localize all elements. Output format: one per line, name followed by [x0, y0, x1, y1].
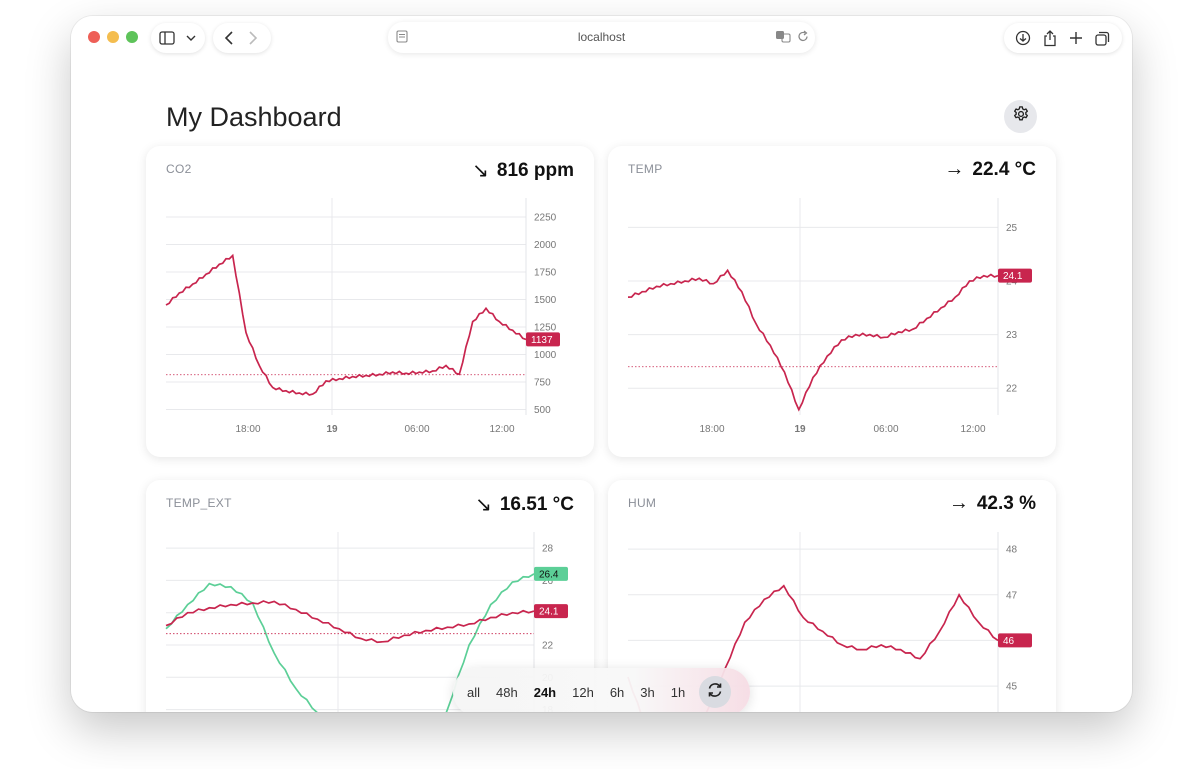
forward-icon[interactable] — [241, 26, 265, 50]
chart-card-co2: CO2 ↘ 816 ppm 2250 2000 1750 1500 1250 1000 75… — [146, 146, 594, 457]
range-option-all[interactable]: all — [467, 685, 480, 700]
co2-last-value-badge: 1137 — [526, 332, 560, 347]
tabs-icon[interactable] — [1091, 26, 1115, 50]
page-title: My Dashboard — [166, 102, 342, 132]
range-option-48h[interactable]: 48h — [496, 685, 518, 700]
x-tick-label: 06:00 — [404, 424, 429, 435]
time-range-selector: all 48h 24h 12h 6h 3h 1h — [453, 668, 750, 712]
x-tick-label: 18:00 — [235, 424, 260, 435]
temp-ext-badge-text: 26.4 — [539, 569, 559, 580]
y-tick-label: 48 — [1006, 545, 1018, 556]
refresh-button[interactable] — [699, 676, 732, 708]
browser-toolbar: localhost — [71, 16, 1132, 62]
y-tick-label: 500 — [534, 405, 551, 416]
refresh-icon — [706, 681, 724, 704]
hum-last-value-badge: 46 — [998, 633, 1032, 648]
minimize-window-button[interactable] — [107, 31, 119, 43]
y-tick-label: 28 — [542, 544, 554, 555]
y-tick-label: 25 — [1006, 223, 1018, 234]
x-tick-label: 12:00 — [960, 424, 985, 435]
chart-card-temp: TEMP → 22.4 °C 25242322 18:001906:0012:0… — [608, 146, 1056, 457]
temp-ext-last-value-badge: 26.4 — [534, 566, 568, 581]
co2-chart[interactable]: 2250 2000 1750 1500 1250 1000 750 500 18:00 19 06… — [146, 146, 594, 457]
page-content: My Dashboard CO2 ↘ 816 ppm 2250 2000 1750 1… — [71, 62, 1132, 712]
y-tick-label: 2250 — [534, 213, 557, 224]
x-tick-label: 19 — [326, 424, 338, 435]
y-tick-label: 22 — [1006, 384, 1018, 395]
gear-icon — [1012, 105, 1030, 128]
close-window-button[interactable] — [88, 31, 100, 43]
y-tick-label: 45 — [1006, 682, 1018, 693]
new-tab-icon[interactable] — [1064, 26, 1088, 50]
x-tick-label: 12:00 — [489, 424, 514, 435]
browser-window: localhost My Dashboard CO2 ↘ 816 ppm 225… — [71, 16, 1132, 712]
range-option-12h[interactable]: 12h — [572, 685, 594, 700]
address-text: localhost — [577, 30, 626, 44]
x-tick-label: 18:00 — [699, 424, 724, 435]
y-tick-label: 750 — [534, 378, 551, 389]
range-option-1h[interactable]: 1h — [671, 685, 685, 700]
y-tick-label: 22 — [542, 641, 554, 652]
range-option-3h[interactable]: 3h — [640, 685, 654, 700]
y-tick-label: 23 — [1006, 330, 1018, 341]
translate-icon[interactable] — [775, 30, 791, 48]
hum-badge-text: 46 — [1003, 636, 1015, 647]
y-tick-label: 1000 — [534, 350, 557, 361]
range-option-6h[interactable]: 6h — [610, 685, 624, 700]
back-icon[interactable] — [217, 26, 241, 50]
toolbar-actions — [1004, 23, 1122, 53]
address-bar[interactable]: localhost — [388, 22, 815, 53]
co2-badge-text: 1137 — [531, 335, 553, 346]
share-icon[interactable] — [1038, 26, 1062, 50]
temp-badge-text: 24.1 — [539, 607, 559, 618]
sidebar-toggle[interactable] — [151, 23, 205, 53]
sidebar-icon — [155, 26, 179, 50]
y-tick-label: 2000 — [534, 240, 557, 251]
y-tick-label: 47 — [1006, 590, 1018, 601]
settings-button[interactable] — [1004, 100, 1037, 133]
temp-last-value-badge: 24.1 — [534, 604, 568, 619]
zoom-window-button[interactable] — [126, 31, 138, 43]
temp-chart[interactable]: 25242322 18:001906:0012:00 24.1 — [608, 146, 1056, 457]
y-tick-label: 1750 — [534, 268, 557, 279]
range-option-24h[interactable]: 24h — [534, 685, 556, 700]
history-nav — [213, 23, 271, 53]
co2-series-line — [165, 253, 527, 396]
temp-badge-text: 24.1 — [1003, 271, 1023, 282]
temp-series-line — [165, 600, 535, 644]
y-tick-label: 1500 — [534, 295, 557, 306]
temp-last-value-badge: 24.1 — [998, 268, 1032, 283]
chevron-down-icon[interactable] — [179, 26, 203, 50]
download-icon[interactable] — [1011, 26, 1035, 50]
x-tick-label: 19 — [794, 424, 806, 435]
reload-icon[interactable] — [797, 30, 809, 48]
x-tick-label: 06:00 — [873, 424, 898, 435]
y-tick-label: 1250 — [534, 323, 557, 334]
